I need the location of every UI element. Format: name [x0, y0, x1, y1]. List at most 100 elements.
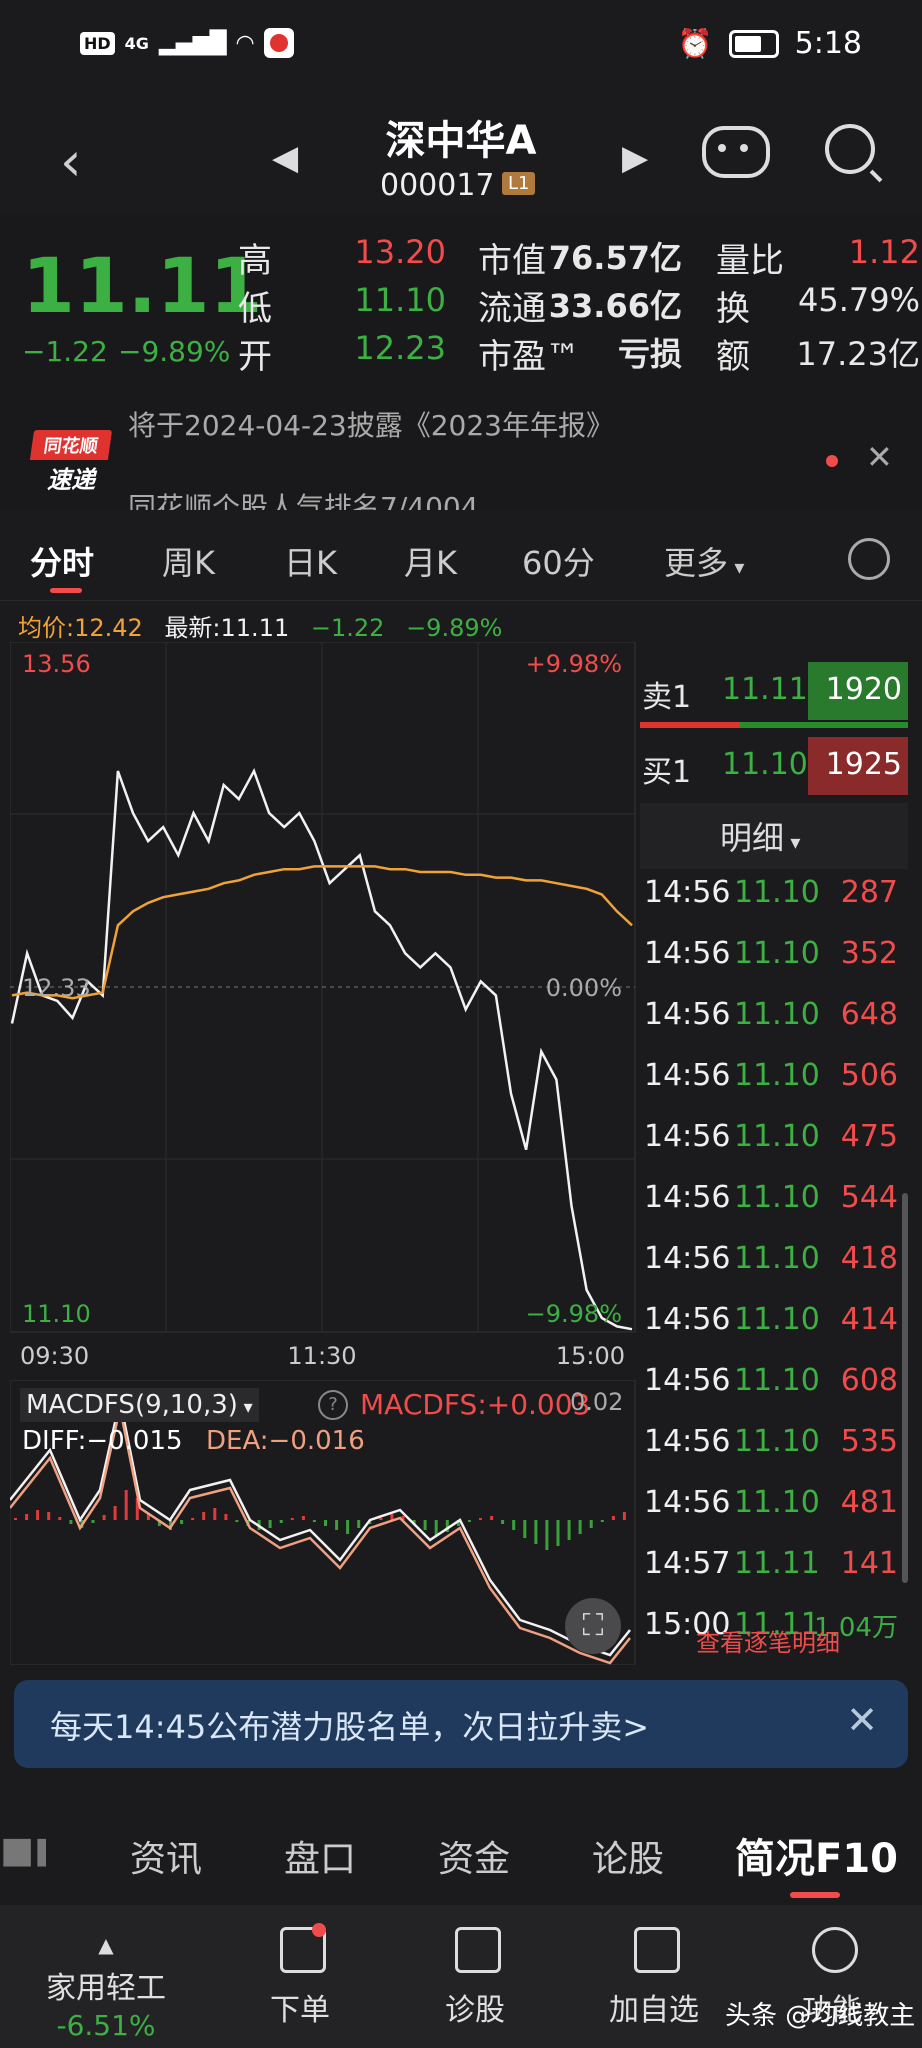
nav-order[interactable]: 下单 — [230, 1985, 370, 2029]
view-tick-detail-link[interactable]: 查看逐笔明细 — [696, 1623, 840, 1658]
tab-fenshi[interactable]: 分时 — [30, 538, 94, 584]
macd-bar — [578, 1520, 582, 1534]
buy-sell-ratio-bar-green — [740, 722, 908, 728]
price-change-pct: −9.89% — [118, 335, 231, 368]
stat-value: 12.23 — [354, 329, 446, 367]
detail-volume: 141 — [840, 1546, 898, 1581]
macd-bar — [600, 1520, 604, 1522]
detail-scrollbar[interactable] — [902, 1193, 908, 1583]
promo-close-icon[interactable]: ✕ — [846, 1698, 878, 1742]
macd-bar — [622, 1512, 626, 1520]
tab-discussion[interactable]: 论股 — [592, 1830, 664, 1882]
tab-news[interactable]: 资讯 — [130, 1830, 202, 1882]
tab-more[interactable]: 更多 ▾ — [664, 538, 744, 584]
detail-price: 11.10 — [734, 997, 820, 1032]
macd-bar — [335, 1520, 339, 1530]
menu-icon — [812, 1927, 858, 1973]
detail-time: 14:56 — [644, 1180, 731, 1215]
stat-value: 76.57亿 — [548, 239, 682, 277]
macd-bar — [479, 1518, 482, 1520]
buy-1-price: 11.10 — [722, 747, 808, 782]
detail-price: 11.10 — [734, 875, 820, 910]
y-top-price: 13.56 — [22, 650, 91, 678]
detail-price: 11.10 — [734, 1424, 820, 1459]
trade-detail-list[interactable]: 明细 ▾ 14:56 11.10 287 14:56 11.10 352 14:56 11.1… — [640, 803, 908, 1657]
nav-add-watchlist[interactable]: 加自选 — [584, 1985, 724, 2029]
macd-bar — [213, 1508, 217, 1520]
detail-price: 11.10 — [734, 1363, 820, 1398]
macd-bar — [180, 1520, 184, 1524]
macd-selector[interactable]: MACDFS(9,10,3) ▾ — [20, 1388, 259, 1422]
news-line-2[interactable]: 同花顺个股人气排名7/4004 — [128, 486, 479, 510]
signal-icon: ▂▄▆█ — [158, 30, 227, 56]
detail-title[interactable]: 明细 ▾ — [720, 813, 800, 859]
macd-bar — [91, 1520, 95, 1523]
macd-bar — [36, 1510, 40, 1520]
detail-time: 14:56 — [644, 936, 731, 971]
macd-bar — [268, 1520, 272, 1528]
detail-price: 11.11 — [734, 1546, 820, 1581]
buy-1-row[interactable]: 买1 11.10 1925 — [640, 735, 908, 801]
detail-price: 11.10 — [734, 1241, 820, 1276]
chevron-up-icon[interactable]: ▲ — [0, 1933, 212, 1957]
info-tab-partial[interactable]: ■■ — [0, 1830, 46, 1871]
tab-funds[interactable]: 资金 — [438, 1830, 510, 1882]
tab-week-k[interactable]: 周K — [162, 538, 215, 584]
sell-1-price: 11.11 — [722, 672, 808, 707]
news-close-icon[interactable]: ✕ — [866, 438, 893, 476]
macd-bar — [523, 1520, 527, 1538]
y-mid-price: 12.33 — [22, 974, 91, 1002]
diagnose-icon — [455, 1927, 501, 1973]
promo-text[interactable]: 每天14:45公布潜力股名单，次日拉升卖> — [50, 1702, 649, 1748]
search-icon[interactable] — [825, 124, 875, 174]
y-mid-pct: 0.00% — [546, 974, 622, 1002]
macd-bar — [69, 1520, 73, 1524]
tab-day-k[interactable]: 日K — [284, 538, 337, 584]
fullscreen-icon[interactable]: ⛶ — [565, 1598, 621, 1654]
stat-value: 33.66亿 — [548, 287, 682, 325]
macd-diff: DIFF:−0.015 — [22, 1426, 183, 1456]
detail-volume: 544 — [840, 1180, 898, 1215]
sell-1-row[interactable]: 卖1 11.11 1920 — [640, 660, 908, 726]
stat-value: 11.10 — [354, 281, 446, 319]
chart-change: −1.22 — [310, 614, 385, 642]
promo-banner[interactable]: 每天14:45公布潜力股名单，次日拉升卖> ✕ — [14, 1680, 908, 1768]
tab-month-k[interactable]: 月K — [404, 538, 457, 584]
news-line-1[interactable]: 将于2024-04-23披露《2023年年报》 — [128, 410, 614, 444]
buy-1-volume: 1925 — [825, 747, 902, 782]
x-tick-1500: 15:00 — [556, 1342, 625, 1370]
tab-handicap[interactable]: 盘口 — [284, 1830, 356, 1882]
tab-60min[interactable]: 60分 — [522, 538, 595, 584]
macd-bar — [512, 1520, 516, 1530]
macd-bar — [224, 1514, 228, 1520]
news-logo: 同花顺 速递 — [29, 430, 113, 494]
wifi-icon: ◠ — [236, 30, 254, 56]
macd-bar — [567, 1520, 571, 1540]
x-tick-1130: 11:30 — [287, 1342, 356, 1370]
settings-gear-icon[interactable] — [848, 538, 890, 580]
assistant-robot-icon[interactable] — [702, 126, 770, 178]
detail-price: 11.10 — [734, 936, 820, 971]
macd-panel[interactable]: MACDFS(9,10,3) ▾ ? MACDFS:+0.003 0.02 DI… — [9, 1379, 638, 1666]
macd-bar — [467, 1520, 471, 1522]
macd-right-tick: 0.02 — [570, 1388, 624, 1416]
intraday-chart[interactable]: 13.56 +9.98% 12.33 0.00% 11.10 −9.98% 09… — [10, 642, 638, 1370]
news-ticker[interactable]: 同花顺 速递 将于2024-04-23披露《2023年年报》 同花顺个股人气排名… — [0, 410, 922, 510]
sector-name[interactable]: 家用轻工 — [0, 1963, 212, 2007]
sector-change: -6.51% — [56, 2009, 156, 2042]
nav-diagnose[interactable]: 诊股 — [405, 1985, 545, 2029]
help-icon[interactable]: ? — [318, 1390, 348, 1420]
stat-value: 1.12 — [848, 233, 920, 271]
next-stock-icon[interactable]: ▶ — [622, 138, 648, 178]
detail-time: 14:56 — [644, 1119, 731, 1154]
info-tabs: ■■ 资讯 盘口 资金 论股 简况F10 — [0, 1800, 922, 1902]
status-right: ⏰ 5:18 — [678, 26, 862, 61]
detail-time: 14:56 — [644, 875, 731, 910]
detail-volume: 608 — [840, 1363, 898, 1398]
tab-f10[interactable]: 简况F10 — [735, 1826, 898, 1884]
macd-bar — [611, 1516, 615, 1520]
macd-bar — [301, 1516, 305, 1520]
detail-time: 14:56 — [644, 1485, 731, 1520]
intraday-chart-svg: 13.56 +9.98% 12.33 0.00% 11.10 −9.98% 09… — [10, 642, 636, 1370]
macd-bar — [556, 1520, 560, 1546]
